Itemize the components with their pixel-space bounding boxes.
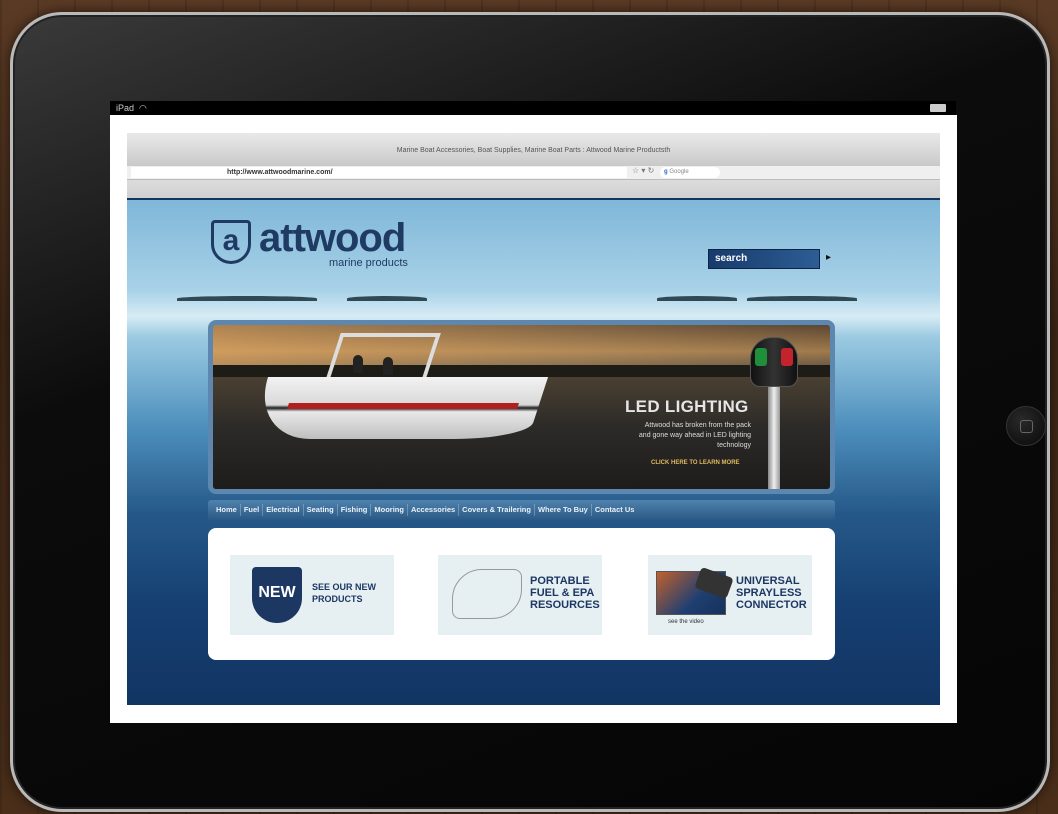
ipad-screen: Marine Boat Accessories, Boat Supplies, … bbox=[110, 115, 957, 723]
browser-window: Marine Boat Accessories, Boat Supplies, … bbox=[127, 133, 940, 705]
banner-title: LED LIGHTING bbox=[625, 397, 749, 416]
url-field[interactable]: http://www.attwoodmarine.com/ bbox=[131, 167, 627, 178]
horizon-islands bbox=[177, 296, 857, 304]
nav-accessories[interactable]: Accessories bbox=[408, 504, 460, 516]
connector-text: UNIVERSAL SPRAYLESS CONNECTOR bbox=[736, 575, 807, 611]
google-search-label: Google bbox=[669, 169, 689, 175]
home-button[interactable] bbox=[1006, 406, 1046, 446]
banner-learn-more-link[interactable]: CLICK HERE TO LEARN MORE bbox=[651, 460, 740, 466]
battery-icon bbox=[930, 104, 946, 112]
nav-mooring[interactable]: Mooring bbox=[371, 504, 408, 516]
nav-home[interactable]: Home bbox=[213, 504, 241, 516]
nav-fuel[interactable]: Fuel bbox=[241, 504, 264, 516]
main-nav: Home Fuel Electrical Seating Fishing Moo… bbox=[208, 500, 835, 520]
promo-sprayless-connector[interactable]: see the video UNIVERSAL SPRAYLESS CONNEC… bbox=[648, 555, 812, 635]
google-search-field[interactable]: g Google bbox=[660, 167, 720, 178]
outboard-fuel-icon bbox=[452, 569, 522, 619]
site-search-input[interactable]: search bbox=[708, 249, 820, 269]
video-caption[interactable]: see the video bbox=[668, 619, 704, 625]
promo-fuel-epa[interactable]: PORTABLE FUEL & EPA RESOURCES bbox=[438, 555, 602, 635]
nav-where-to-buy[interactable]: Where To Buy bbox=[535, 504, 592, 516]
promo-new-products[interactable]: NEW SEE OUR NEW PRODUCTS bbox=[230, 555, 394, 635]
fuel-epa-text: PORTABLE FUEL & EPA RESOURCES bbox=[530, 575, 600, 611]
logo-tagline: marine products bbox=[329, 257, 408, 269]
address-row: http://www.attwoodmarine.com/ ☆ ▾ ↻ g Go… bbox=[127, 166, 940, 180]
new-badge: NEW bbox=[258, 584, 296, 601]
nav-covers-trailering[interactable]: Covers & Trailering bbox=[459, 504, 535, 516]
nav-seating[interactable]: Seating bbox=[304, 504, 338, 516]
search-label: search bbox=[715, 253, 748, 264]
browser-title-bar: Marine Boat Accessories, Boat Supplies, … bbox=[127, 133, 940, 166]
nav-fishing[interactable]: Fishing bbox=[338, 504, 372, 516]
promo-panel: NEW SEE OUR NEW PRODUCTS PORTABLE FUEL &… bbox=[208, 528, 835, 660]
navigation-light-icon bbox=[750, 337, 798, 387]
new-shield-icon: NEW bbox=[252, 567, 302, 623]
home-square-icon bbox=[1020, 420, 1033, 433]
bookmarks-bar bbox=[127, 180, 940, 198]
logo-shield-icon: a bbox=[211, 220, 251, 264]
wifi-icon: ◠ bbox=[136, 103, 147, 113]
connector-icon bbox=[694, 566, 734, 600]
window-title: Marine Boat Accessories, Boat Supplies, … bbox=[396, 147, 671, 154]
google-icon: g bbox=[664, 169, 668, 175]
logo-mark: a bbox=[222, 224, 240, 257]
nav-electrical[interactable]: Electrical bbox=[263, 504, 304, 516]
banner-description: Attwood has broken from the pack and gon… bbox=[638, 422, 751, 449]
video-thumbnail[interactable] bbox=[656, 566, 734, 615]
led-lighting-banner[interactable]: LED LIGHTING Attwood has broken from the… bbox=[208, 320, 835, 494]
attwood-site: a attwood marine products search ▸ LED L… bbox=[127, 200, 940, 705]
url-text: http://www.attwoodmarine.com/ bbox=[227, 169, 333, 176]
attwood-logo[interactable]: a attwood marine products bbox=[211, 216, 431, 272]
nav-contact-us[interactable]: Contact Us bbox=[592, 504, 638, 516]
new-products-text: SEE OUR NEW PRODUCTS bbox=[312, 582, 377, 604]
led-light-pole bbox=[768, 375, 780, 489]
search-go-icon[interactable]: ▸ bbox=[826, 252, 831, 263]
boat-passenger bbox=[383, 357, 393, 375]
carrier-label: iPad bbox=[116, 103, 135, 113]
status-bar: iPad ◠ bbox=[110, 101, 956, 115]
logo-wordmark: attwood bbox=[259, 216, 406, 260]
boat-passenger bbox=[353, 355, 363, 373]
reload-icon[interactable]: ☆ ▾ ↻ bbox=[632, 166, 654, 175]
